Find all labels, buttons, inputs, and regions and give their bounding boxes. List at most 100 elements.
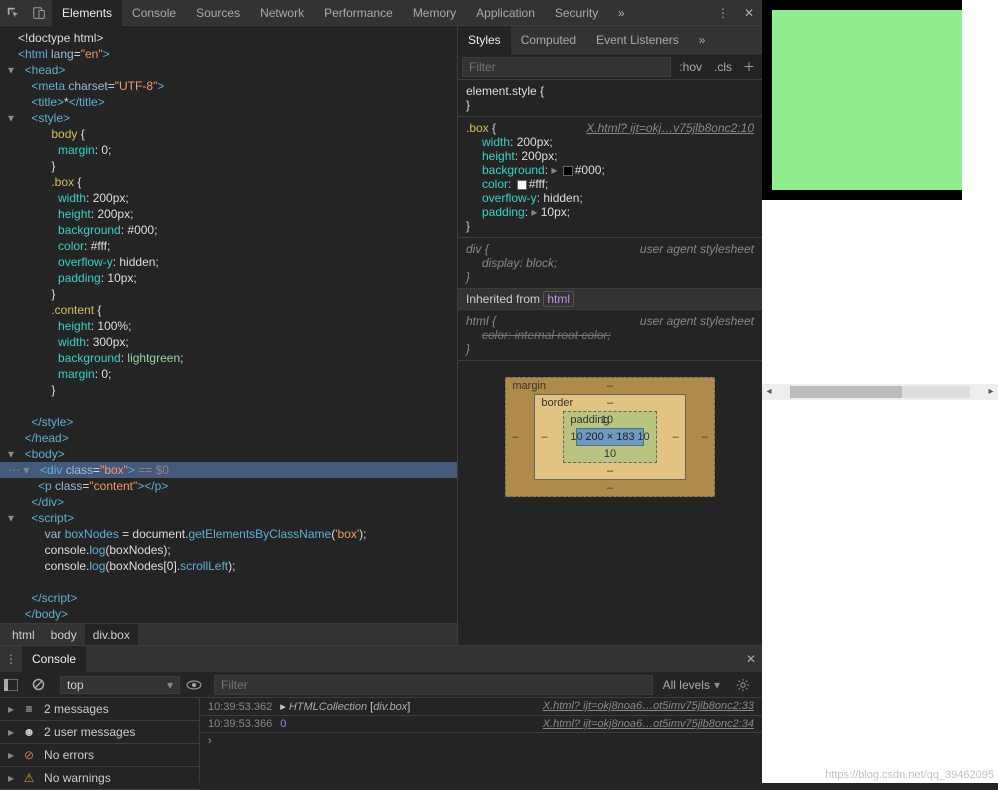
dom-line[interactable]: ▾ <body> xyxy=(0,446,457,462)
kebab-menu-icon[interactable]: ⋮ xyxy=(710,0,736,26)
scroll-left-arrow-icon[interactable]: ◂ xyxy=(762,386,776,397)
clear-console-icon[interactable] xyxy=(32,678,54,691)
top-tab-sources[interactable]: Sources xyxy=(186,0,250,26)
rule-html-ua[interactable]: html { user agent stylesheet color: inte… xyxy=(458,310,762,361)
device-toggle-icon[interactable] xyxy=(26,0,52,26)
top-tab-memory[interactable]: Memory xyxy=(403,0,466,26)
execution-context-selector[interactable]: top▾ xyxy=(60,676,180,694)
breadcrumb-body[interactable]: body xyxy=(43,624,85,646)
close-drawer-icon[interactable]: ✕ xyxy=(740,646,762,672)
console-prompt-icon[interactable]: › xyxy=(200,733,762,749)
dom-line[interactable]: </div> xyxy=(0,494,457,510)
style-prop-background[interactable]: background: ▸ #000; xyxy=(466,163,754,177)
log-levels-selector[interactable]: All levels▾ xyxy=(659,678,724,692)
console-sidebar-item[interactable]: ▸≡2 messages xyxy=(0,698,199,721)
console-sidebar-item[interactable]: ▸⚠No warnings xyxy=(0,767,199,790)
dom-line[interactable]: height: 100%; xyxy=(0,318,457,334)
scroll-track[interactable] xyxy=(790,386,970,398)
dom-line[interactable]: console.log(boxNodes); xyxy=(0,542,457,558)
console-message[interactable]: 10:39:53.362▸ HTMLCollection [div.box]X.… xyxy=(200,698,762,716)
dom-line[interactable]: </script> xyxy=(0,590,457,606)
style-prop-width[interactable]: width: 200px; xyxy=(466,135,754,149)
top-tab-security[interactable]: Security xyxy=(545,0,608,26)
box-model-viewer[interactable]: margin – – – – border – – – – padding xyxy=(458,361,762,513)
dom-line[interactable]: console.log(boxNodes[0].scrollLeft); xyxy=(0,558,457,574)
new-style-rule-icon[interactable]: ＋ xyxy=(740,58,758,75)
top-tab-console[interactable]: Console xyxy=(122,0,186,26)
dom-line[interactable]: } xyxy=(0,382,457,398)
dom-line[interactable]: <meta charset="UTF-8"> xyxy=(0,78,457,94)
style-prop-padding[interactable]: padding: ▸ 10px; xyxy=(466,205,754,219)
styles-tab-computed[interactable]: Computed xyxy=(511,26,586,54)
dom-tree[interactable]: <!doctype html> <html lang="en">▾ <head>… xyxy=(0,26,457,623)
breadcrumb-html[interactable]: html xyxy=(4,624,43,646)
top-tab-application[interactable]: Application xyxy=(466,0,545,26)
dom-line[interactable]: ⋯ ▾ <div class="box"> == $0 xyxy=(0,462,457,478)
styles-tab-styles[interactable]: Styles xyxy=(458,26,511,54)
scroll-thumb[interactable] xyxy=(790,386,902,398)
top-tab-elements[interactable]: Elements xyxy=(52,0,122,26)
dom-line[interactable]: margin: 0; xyxy=(0,366,457,382)
hov-toggle[interactable]: :hov xyxy=(675,60,706,74)
dom-line[interactable]: </body> xyxy=(0,606,457,622)
cls-toggle[interactable]: .cls xyxy=(710,60,736,74)
console-tab[interactable]: Console xyxy=(22,646,86,672)
console-sidebar-item[interactable]: ▸☻2 user messages xyxy=(0,721,199,744)
dom-line[interactable]: } xyxy=(0,286,457,302)
dom-line[interactable]: width: 300px; xyxy=(0,334,457,350)
dom-line[interactable]: margin: 0; xyxy=(0,142,457,158)
dom-line[interactable]: ▾ <script> xyxy=(0,510,457,526)
console-sidebar-item[interactable]: ▸⊘No errors xyxy=(0,744,199,767)
dom-line[interactable]: background: #000; xyxy=(0,222,457,238)
dom-line[interactable]: body { xyxy=(0,126,457,142)
close-devtools-icon[interactable]: ✕ xyxy=(736,0,762,26)
breadcrumb-div-box[interactable]: div.box xyxy=(85,624,138,646)
top-tab-performance[interactable]: Performance xyxy=(314,0,403,26)
dom-line[interactable]: ▾ <style> xyxy=(0,110,457,126)
dom-line[interactable]: <!doctype html> xyxy=(0,30,457,46)
dom-line[interactable]: background: lightgreen; xyxy=(0,350,457,366)
dom-line[interactable]: width: 200px; xyxy=(0,190,457,206)
rule-div-ua[interactable]: div { user agent stylesheet display: blo… xyxy=(458,238,762,289)
rule-element-style[interactable]: element.style { } xyxy=(458,80,762,117)
rendered-box[interactable] xyxy=(762,0,962,200)
scroll-right-arrow-icon[interactable]: ▸ xyxy=(984,386,998,397)
drawer-menu-icon[interactable]: ⋮ xyxy=(0,646,22,672)
dom-line[interactable]: .box { xyxy=(0,174,457,190)
dom-line[interactable]: color: #fff; xyxy=(0,238,457,254)
prop-name: display xyxy=(482,256,519,270)
dom-line[interactable]: var boxNodes = document.getElementsByCla… xyxy=(0,526,457,542)
dom-line[interactable]: padding: 10px; xyxy=(0,270,457,286)
style-prop-height[interactable]: height: 200px; xyxy=(466,149,754,163)
inspect-icon[interactable] xyxy=(0,0,26,26)
rule-source-link[interactable]: X.html? ijt=okj…v75jlb8onc2:10 xyxy=(586,121,754,135)
console-filter-input[interactable] xyxy=(214,675,653,695)
dom-line[interactable]: .content { xyxy=(0,302,457,318)
console-settings-icon[interactable] xyxy=(736,678,758,692)
dom-line[interactable] xyxy=(0,398,457,414)
bm-border-top: – xyxy=(607,397,613,409)
styles-tab-event-listeners[interactable]: Event Listeners xyxy=(586,26,689,54)
toggle-sidebar-icon[interactable] xyxy=(4,679,26,691)
top-tab-network[interactable]: Network xyxy=(250,0,314,26)
dom-line[interactable]: overflow-y: hidden; xyxy=(0,254,457,270)
console-message[interactable]: 10:39:53.3660X.html? ijt=okj8noa6…ot5imv… xyxy=(200,716,762,733)
dom-line[interactable]: } xyxy=(0,158,457,174)
horizontal-scrollbar[interactable]: ◂ ▸ xyxy=(762,384,998,400)
dom-line[interactable]: height: 200px; xyxy=(0,206,457,222)
styles-filter-input[interactable] xyxy=(462,57,671,77)
dom-line[interactable]: <html lang="en"> xyxy=(0,46,457,62)
style-prop-overflow-y[interactable]: overflow-y: hidden; xyxy=(466,191,754,205)
dom-line[interactable]: <p class="content"></p> xyxy=(0,478,457,494)
dom-line[interactable]: <title>*</title> xyxy=(0,94,457,110)
live-expression-icon[interactable] xyxy=(186,680,208,690)
dom-line[interactable] xyxy=(0,574,457,590)
style-prop-color[interactable]: color: #fff; xyxy=(466,177,754,191)
rule-box[interactable]: .box { X.html? ijt=okj…v75jlb8onc2:10 wi… xyxy=(458,117,762,238)
dom-line[interactable]: </style> xyxy=(0,414,457,430)
more-styles-tabs-icon[interactable]: » xyxy=(689,26,716,54)
more-tabs-icon[interactable]: » xyxy=(608,0,634,26)
dom-line[interactable]: ▾ <head> xyxy=(0,62,457,78)
dom-line[interactable]: </head> xyxy=(0,430,457,446)
inherited-tag[interactable]: html xyxy=(543,291,574,307)
